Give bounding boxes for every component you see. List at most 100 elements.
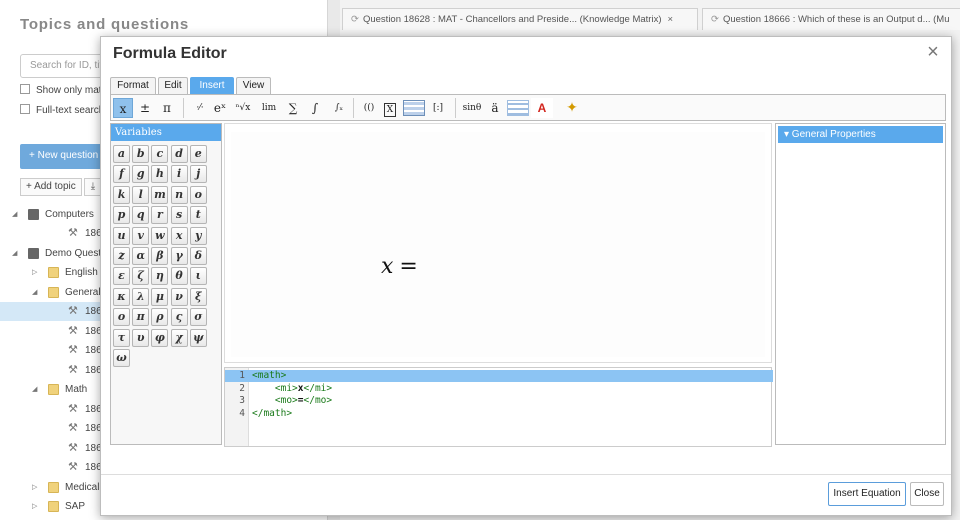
tab-format[interactable]: Format — [110, 77, 156, 94]
variable-button[interactable]: ν — [170, 287, 188, 306]
magic-wand-icon[interactable]: ✦ — [561, 98, 583, 118]
dialog-title: Formula Editor — [113, 45, 227, 62]
close-icon[interactable]: × — [923, 41, 943, 64]
variable-button[interactable]: κ — [113, 287, 130, 306]
plus-minus-icon[interactable]: ± — [135, 98, 155, 118]
sum-icon[interactable]: ∑ — [283, 98, 303, 118]
function-icon[interactable]: sinθ — [461, 98, 483, 118]
variable-button[interactable]: τ — [113, 328, 130, 347]
new-question-button[interactable]: + New question — [20, 144, 110, 169]
variable-button[interactable]: ε — [113, 267, 130, 286]
expand-arrow-icon[interactable]: ▷ — [32, 263, 37, 282]
variable-button[interactable]: o — [189, 185, 207, 204]
full-text-checkbox[interactable]: Full-text search — [20, 104, 104, 116]
question-tab[interactable]: ⟳ Question 18628 : MAT - Chancellors and … — [342, 8, 698, 30]
variable-button[interactable]: l — [132, 185, 150, 204]
variable-button[interactable]: w — [151, 226, 169, 245]
limit-icon[interactable]: lim — [257, 98, 281, 118]
variable-button[interactable]: χ — [170, 328, 188, 347]
variable-button[interactable]: d — [170, 145, 188, 163]
tab-edit[interactable]: Edit — [158, 77, 188, 94]
variable-button[interactable]: s — [170, 206, 188, 225]
expand-arrow-icon[interactable]: ◢ — [12, 205, 17, 224]
variable-button[interactable]: θ — [170, 267, 188, 286]
expand-arrow-icon[interactable]: ◢ — [12, 244, 17, 263]
variable-button[interactable]: j — [189, 165, 207, 184]
variable-button[interactable]: γ — [170, 247, 188, 265]
fraction-icon[interactable]: ·⁄· — [191, 98, 209, 118]
variable-button[interactable]: v — [132, 226, 150, 245]
variable-button[interactable]: i — [170, 165, 188, 184]
code-line[interactable]: 1 <math> — [225, 370, 773, 382]
variable-button[interactable]: β — [151, 247, 169, 265]
matrix-box-icon[interactable]: X — [381, 98, 399, 118]
variable-button[interactable]: η — [151, 267, 169, 286]
variable-button[interactable]: a — [113, 145, 130, 163]
canvas-area[interactable]: x = — [231, 132, 765, 357]
variable-button[interactable]: ρ — [151, 308, 169, 327]
variable-button[interactable]: μ — [151, 287, 169, 306]
variable-button[interactable]: m — [151, 185, 169, 204]
close-button[interactable]: Close — [910, 482, 944, 506]
variable-button[interactable]: α — [132, 247, 150, 265]
expand-arrow-icon[interactable]: ◢ — [32, 283, 37, 302]
definite-integral-icon[interactable]: ∫ₓ — [327, 98, 351, 118]
variable-button[interactable]: c — [151, 145, 169, 163]
variable-button[interactable]: f — [113, 165, 130, 184]
variable-button[interactable]: ζ — [132, 267, 150, 286]
accent-icon[interactable]: ä — [485, 98, 505, 118]
variable-button[interactable]: ξ — [189, 287, 207, 306]
table-icon[interactable] — [403, 100, 425, 116]
italic-x-icon[interactable]: x — [113, 98, 133, 118]
variable-button[interactable]: t — [189, 206, 207, 225]
show-only-checkbox[interactable]: Show only mat — [20, 84, 102, 96]
variable-button[interactable]: h — [151, 165, 169, 184]
variable-button[interactable]: λ — [132, 287, 150, 306]
variable-button[interactable]: ι — [189, 267, 207, 286]
code-line[interactable]: 4 </math> — [225, 408, 773, 420]
variable-button[interactable]: σ — [189, 308, 207, 327]
variable-button[interactable]: π — [132, 308, 150, 327]
variable-button[interactable]: g — [132, 165, 150, 184]
variable-button[interactable]: ω — [113, 349, 130, 367]
tab-view[interactable]: View — [236, 77, 271, 94]
variable-button[interactable]: ς — [170, 308, 188, 327]
variable-button[interactable]: p — [113, 206, 130, 225]
add-topic-button[interactable]: + Add topic — [20, 178, 82, 196]
variable-button[interactable]: n — [170, 185, 188, 204]
exponent-icon[interactable]: eˣ — [211, 98, 229, 118]
lines-icon[interactable] — [507, 100, 529, 116]
integral-icon[interactable]: ∫ — [305, 98, 325, 118]
code-line[interactable]: 2 <mi>x</mi> — [225, 383, 773, 395]
general-properties-header[interactable]: ▾ General Properties — [778, 126, 943, 143]
variable-button[interactable]: δ — [189, 247, 207, 265]
variable-button[interactable]: ψ — [189, 328, 207, 347]
variable-button[interactable]: r — [151, 206, 169, 225]
variable-button[interactable]: φ — [151, 328, 169, 347]
parentheses-icon[interactable]: (() — [359, 98, 379, 118]
variable-button[interactable]: x — [170, 226, 188, 245]
variable-button[interactable]: y — [189, 226, 207, 245]
bracket-matrix-icon[interactable]: [:] — [427, 98, 449, 118]
expand-arrow-icon[interactable]: ◢ — [32, 380, 37, 399]
variable-button[interactable]: k — [113, 185, 130, 204]
pdf-icon[interactable]: A — [531, 98, 553, 118]
refresh-icon: ⟳ — [351, 14, 359, 25]
pi-icon[interactable]: π — [157, 98, 177, 118]
root-icon[interactable]: ⁿ√x — [231, 98, 255, 118]
variable-button[interactable]: u — [113, 226, 130, 245]
tab-insert[interactable]: Insert — [190, 77, 234, 94]
variable-button[interactable]: b — [132, 145, 150, 163]
expand-arrow-icon[interactable]: ▷ — [32, 497, 37, 516]
variable-button[interactable]: ο — [113, 308, 130, 327]
formula-canvas[interactable]: x = — [224, 123, 772, 363]
variable-button[interactable]: q — [132, 206, 150, 225]
variable-button[interactable]: υ — [132, 328, 150, 347]
question-tab[interactable]: ⟳ Question 18666 : Which of these is an O… — [702, 8, 960, 30]
insert-equation-button[interactable]: Insert Equation — [828, 482, 906, 506]
mathml-source-editor[interactable]: 1 <math> 2 <mi>x</mi> 3 <mo>=</mo> 4 </math> — [224, 367, 773, 447]
expand-arrow-icon[interactable]: ▷ — [32, 478, 37, 497]
variable-button[interactable]: z — [113, 247, 130, 265]
variable-button[interactable]: e — [189, 145, 207, 163]
code-line[interactable]: 3 <mo>=</mo> — [225, 395, 773, 407]
